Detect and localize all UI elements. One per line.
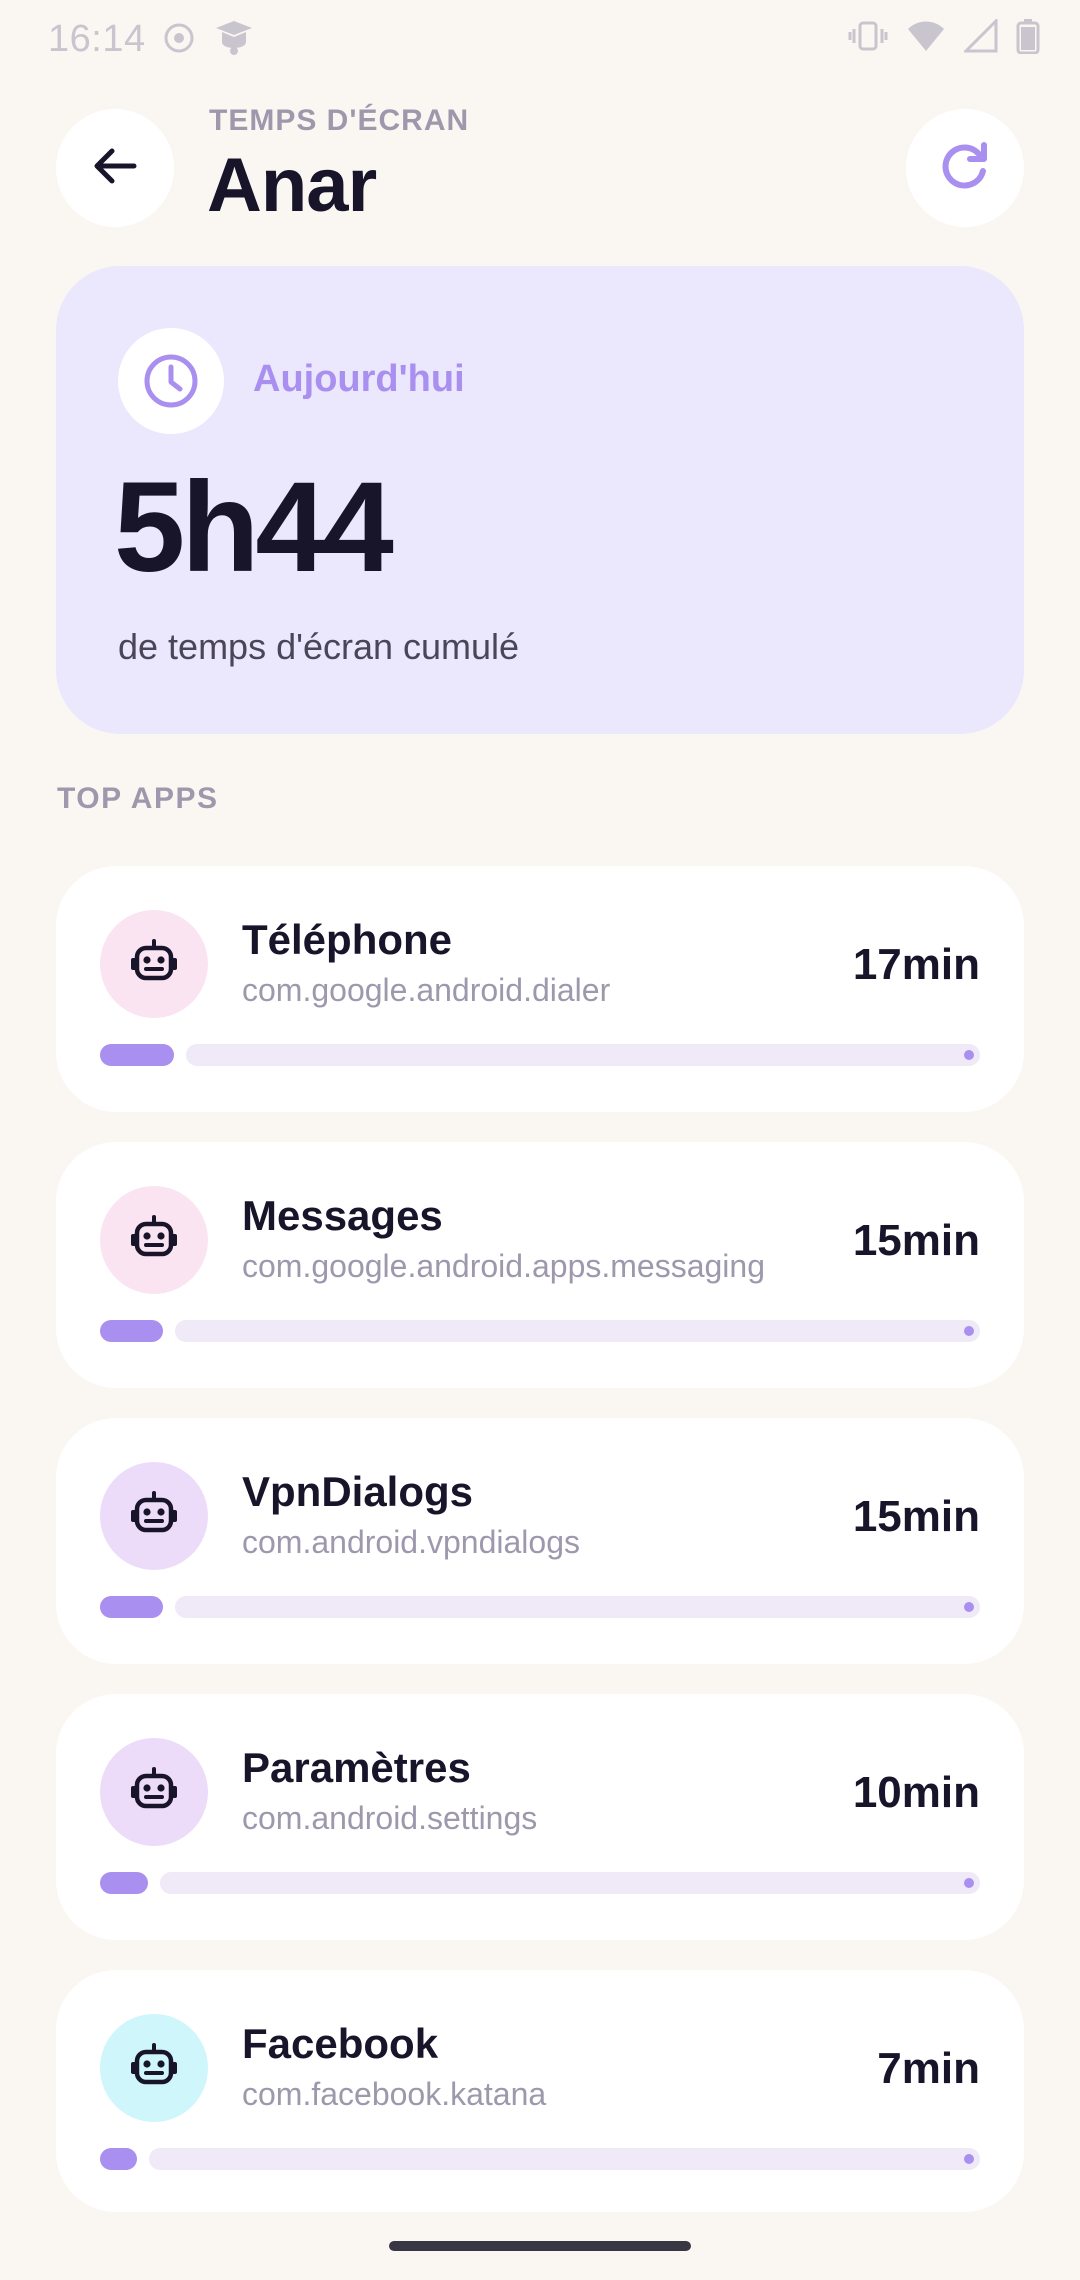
screen-time-summary-card: Aujourd'hui 5h44 de temps d'écran cumulé <box>56 266 1024 734</box>
robot-icon <box>128 1212 180 1269</box>
usage-progress-bar <box>100 1872 980 1894</box>
app-usage-time: 15min <box>852 1216 980 1265</box>
usage-progress-bar <box>100 1044 980 1066</box>
robot-icon <box>128 1488 180 1545</box>
app-usage-time: 15min <box>852 1492 980 1541</box>
usage-progress-bar <box>100 2148 980 2170</box>
arrow-left-icon <box>90 141 140 196</box>
app-name: VpnDialogs <box>242 1468 474 1515</box>
app-usage-card[interactable]: Paramètres com.android.settings 10min <box>56 1694 1024 1940</box>
battery-icon <box>1016 18 1040 54</box>
robot-icon <box>128 936 180 993</box>
robot-icon <box>128 1764 180 1821</box>
app-package: com.android.settings <box>242 1800 538 1836</box>
progress-end-dot <box>964 2154 974 2164</box>
usage-progress-track <box>175 1320 980 1342</box>
app-icon-container <box>100 1738 208 1846</box>
usage-progress-fill <box>100 1872 148 1894</box>
usage-progress-bar <box>100 1596 980 1618</box>
back-button[interactable] <box>56 109 174 227</box>
refresh-icon <box>938 139 992 198</box>
status-bar: 16:14 <box>0 0 1080 80</box>
screen-time-eyebrow: TEMPS D'ÉCRAN <box>209 104 470 137</box>
usage-progress-bar <box>100 1320 980 1342</box>
refresh-button[interactable] <box>906 109 1024 227</box>
usage-progress-fill <box>100 1596 163 1618</box>
progress-end-dot <box>964 1326 974 1336</box>
progress-end-dot <box>964 1878 974 1888</box>
usage-progress-track <box>175 1596 980 1618</box>
app-package: com.facebook.katana <box>242 2076 547 2112</box>
total-screen-time-value: 5h44 <box>114 456 394 599</box>
app-usage-card[interactable]: Messages com.google.android.apps.messagi… <box>56 1142 1024 1388</box>
app-usage-card[interactable]: Facebook com.facebook.katana 7min <box>56 1970 1024 2212</box>
record-icon <box>162 21 196 55</box>
app-usage-time: 17min <box>852 940 980 989</box>
app-usage-card[interactable]: VpnDialogs com.android.vpndialogs 15min <box>56 1418 1024 1664</box>
clock-icon <box>118 328 224 434</box>
app-icon-container <box>100 2014 208 2122</box>
app-name: Paramètres <box>242 1744 471 1791</box>
app-name: Facebook <box>242 2020 439 2067</box>
app-icon-container <box>100 1462 208 1570</box>
app-package: com.google.android.dialer <box>242 972 611 1008</box>
usage-progress-fill <box>100 2148 137 2170</box>
status-time: 16:14 <box>48 18 146 60</box>
app-usage-time: 10min <box>852 1768 980 1817</box>
usage-progress-track <box>149 2148 980 2170</box>
progress-end-dot <box>964 1602 974 1612</box>
top-apps-heading: TOP APPS <box>57 782 219 815</box>
app-name: Messages <box>242 1192 443 1239</box>
vibrate-icon <box>848 19 888 53</box>
app-package: com.google.android.apps.messaging <box>242 1248 765 1284</box>
app-usage-card[interactable]: Téléphone com.google.android.dialer 17mi… <box>56 866 1024 1112</box>
notification-app-icon <box>212 18 256 58</box>
signal-icon <box>964 19 998 53</box>
robot-icon <box>128 2040 180 2097</box>
gesture-navigation-bar[interactable] <box>389 2241 691 2251</box>
app-icon-container <box>100 1186 208 1294</box>
summary-caption: de temps d'écran cumulé <box>118 626 520 667</box>
summary-period-label: Aujourd'hui <box>253 358 465 400</box>
app-icon-container <box>100 910 208 1018</box>
page-title: Anar <box>207 143 377 228</box>
app-usage-time: 7min <box>877 2044 980 2093</box>
app-name: Téléphone <box>242 916 453 963</box>
progress-end-dot <box>964 1050 974 1060</box>
usage-progress-fill <box>100 1044 174 1066</box>
usage-progress-track <box>186 1044 980 1066</box>
app-package: com.android.vpndialogs <box>242 1524 580 1560</box>
usage-progress-fill <box>100 1320 163 1342</box>
usage-progress-track <box>160 1872 980 1894</box>
wifi-icon <box>906 19 946 53</box>
